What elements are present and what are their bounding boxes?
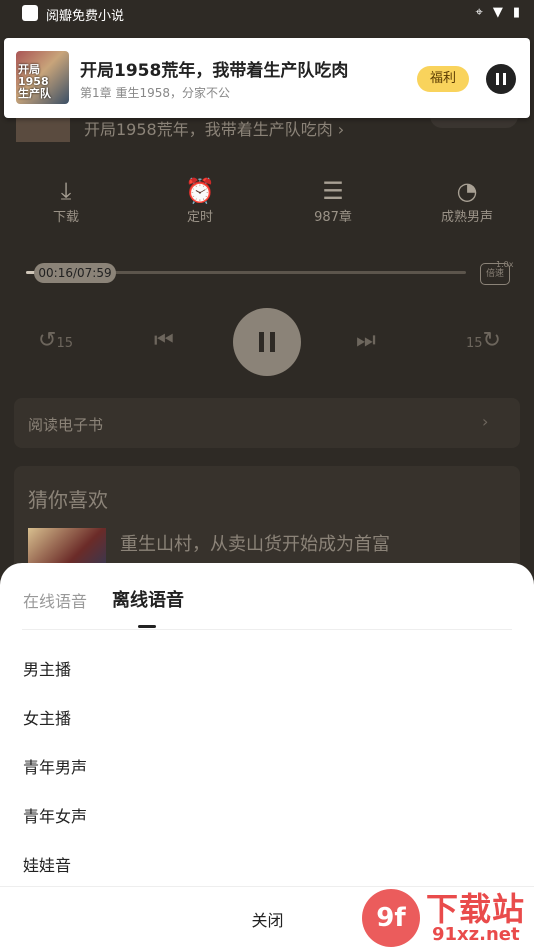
read-ebook-label: 阅读电子书: [28, 416, 104, 434]
voice-option[interactable]: 青年女声: [23, 803, 87, 827]
watermark-logo: 9f: [362, 889, 420, 947]
pause-icon: [496, 73, 499, 85]
tab-divider: [22, 629, 512, 630]
voice-option[interactable]: 青年男声: [23, 754, 87, 778]
app-icon: [22, 5, 38, 21]
next-icon[interactable]: ⏭: [356, 328, 376, 353]
download-icon: ⤓: [60, 177, 72, 205]
playback-notification[interactable]: 开局1958 生产队 开局1958荒年，我带着生产队吃肉 第1章 重生1958，分…: [4, 38, 530, 118]
notification-pause-button[interactable]: [486, 64, 516, 94]
rewind-15-button[interactable]: ↺15: [38, 328, 73, 353]
tab-indicator: [138, 625, 156, 628]
progress-thumb[interactable]: 00:16/07:59: [34, 263, 116, 283]
book-title-link[interactable]: 开局1958荒年，我带着生产队吃肉 ›: [84, 116, 344, 140]
recommend-book-title[interactable]: 重生山村，从卖山货开始成为首富: [120, 530, 390, 556]
battery-icon: ▮: [512, 5, 520, 20]
forward-icon: ↻: [482, 328, 501, 353]
play-pause-button[interactable]: [233, 308, 301, 376]
chapters-button[interactable]: ☰ 987章: [293, 176, 373, 225]
voice-option[interactable]: 男主播: [23, 656, 71, 680]
voice-option[interactable]: 女主播: [23, 705, 71, 729]
book-row-cover: [16, 116, 70, 142]
tab-offline-voice[interactable]: 离线语音: [112, 586, 184, 612]
voice-option[interactable]: 娃娃音: [23, 852, 71, 876]
notification-title: 开局1958荒年，我带着生产队吃肉: [80, 61, 349, 81]
pause-icon: [259, 332, 264, 352]
status-bar: 阅瓣免费小说 ⌖ ▼ ▮: [0, 0, 534, 28]
watermark-url: 91xz.net: [432, 924, 520, 945]
close-button[interactable]: 关闭: [240, 907, 295, 931]
cover-logo-text: 开局1958 生产队: [18, 63, 51, 100]
location-icon: ⌖: [475, 5, 483, 20]
recommend-title: 猜你喜欢: [28, 488, 108, 512]
speed-value: 1.0x: [496, 260, 514, 269]
voice-icon: ◔: [456, 177, 478, 205]
forward-15-button[interactable]: 15↻: [466, 328, 501, 353]
download-button[interactable]: ⤓ 下载: [26, 176, 106, 225]
voice-button[interactable]: ◔ 成熟男声: [427, 176, 507, 225]
wifi-icon: ▼: [492, 5, 503, 20]
chevron-right-icon: ›: [482, 412, 489, 431]
timer-button[interactable]: ⏰ 定时: [160, 176, 240, 225]
alarm-icon: ⏰: [185, 177, 215, 205]
list-icon: ☰: [322, 177, 344, 205]
status-icons: ⌖ ▼ ▮: [476, 5, 520, 20]
notification-cover: 开局1958 生产队: [16, 51, 69, 104]
rewind-icon: ↺: [38, 328, 57, 353]
app-name: 阅瓣免费小说: [46, 9, 125, 24]
tab-online-voice[interactable]: 在线语音: [23, 588, 87, 612]
fuli-button[interactable]: 福利: [417, 66, 469, 92]
notification-subtitle: 第1章 重生1958，分家不公: [80, 86, 230, 100]
previous-icon[interactable]: ⏮: [154, 328, 174, 353]
